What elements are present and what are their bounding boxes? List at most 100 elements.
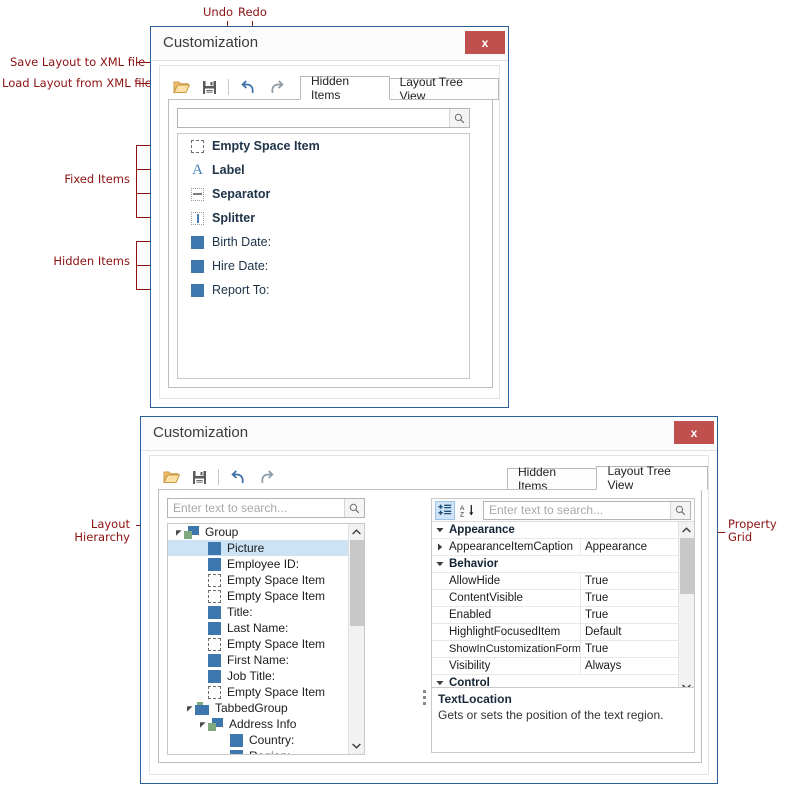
property-value[interactable]: Default [581,626,678,638]
expander-expanded-icon[interactable] [198,721,208,728]
list-item[interactable]: Empty Space Item [178,134,469,158]
save-layout-button[interactable] [186,465,212,489]
property-category-row[interactable]: Behavior [432,556,678,573]
tree-item-label: Empty Space Item [227,637,326,651]
redo-button[interactable] [263,75,289,99]
property-value[interactable]: Always [581,660,678,672]
property-value[interactable]: True [581,575,678,587]
property-search-button[interactable] [670,501,690,519]
list-item[interactable]: Separator [178,182,469,206]
tree-item[interactable]: Title: [168,604,348,620]
scroll-up-arrow-icon[interactable] [349,524,364,540]
redo-button[interactable] [253,465,279,489]
property-row[interactable]: Enabled True [432,607,678,624]
tree-item[interactable]: Empty Space Item [168,636,348,652]
load-layout-button[interactable] [158,465,184,489]
search-icon [349,503,360,513]
list-item[interactable]: Report To: [178,278,469,302]
alphabetical-sort-button[interactable]: A Z [457,501,477,520]
categorized-sort-icon [438,504,452,515]
tree-item[interactable]: Address Info [168,716,348,732]
scroll-thumb[interactable] [680,538,694,594]
property-name: AppearanceItemCaption [447,539,581,555]
tree-item[interactable]: Last Name: [168,620,348,636]
tree-item[interactable]: Job Title: [168,668,348,684]
property-value[interactable]: True [581,592,678,604]
tree-item[interactable]: Empty Space Item [168,572,348,588]
property-search-input[interactable]: Enter text to search... [484,503,670,517]
tree-item-label: Empty Space Item [227,589,326,603]
tree-item-label: Last Name: [227,621,289,635]
property-grid[interactable]: A Z Enter text to search... Appearance A… [431,498,695,696]
property-row[interactable]: ContentVisible True [432,590,678,607]
search-icon [454,113,465,123]
close-button[interactable]: x [674,421,714,444]
tab-hidden-items[interactable]: Hidden Items [300,74,390,102]
tree-search[interactable]: Enter text to search... [167,498,365,518]
tree-item-label: Empty Space Item [227,685,326,699]
property-value[interactable]: Appearance [581,541,678,553]
categorized-sort-button[interactable] [435,500,455,520]
title-bar: Customization x [141,417,717,451]
expander-expanded-icon[interactable] [432,680,447,686]
close-button[interactable]: x [465,31,505,54]
property-value[interactable]: True [581,643,678,655]
list-item[interactable]: Birth Date: [178,230,469,254]
customization-dialog-hidden-items[interactable]: Customization x Hidden Items Layout Tree… [150,26,509,408]
save-disk-icon [202,80,216,94]
hidden-items-search[interactable] [177,108,470,128]
tree-search-button[interactable] [344,499,364,517]
tab-layout-tree-view[interactable]: Layout Tree View [388,75,499,103]
expander-expanded-icon[interactable] [174,529,184,536]
property-value[interactable]: True [581,609,678,621]
property-category-row[interactable]: Appearance [432,522,678,539]
expander-expanded-icon[interactable] [432,527,447,533]
tab-hidden-items[interactable]: Hidden Items [507,465,598,493]
tree-search-input[interactable]: Enter text to search... [168,501,344,515]
tree-vertical-scrollbar[interactable] [348,524,364,754]
property-grid-scrollbar[interactable] [678,522,694,695]
property-row[interactable]: AllowHide True [432,573,678,590]
tab-layout-tree-view[interactable]: Layout Tree View [596,464,708,492]
undo-button[interactable] [235,75,261,99]
undo-button[interactable] [225,465,251,489]
tree-item[interactable]: Country: [168,732,348,748]
tree-item[interactable]: TabbedGroup [168,700,348,716]
property-row[interactable]: HighlightFocusedItem Default [432,624,678,641]
customization-dialog-layout-tree[interactable]: Customization x Hidden Items Layout Tree… [140,416,718,784]
scroll-down-arrow-icon[interactable] [349,738,364,754]
save-layout-button[interactable] [196,75,222,99]
property-name: Enabled [447,607,581,623]
tree-item[interactable]: Group [168,524,348,540]
list-item[interactable]: Splitter [178,206,469,230]
expander-expanded-icon[interactable] [185,705,195,712]
property-row[interactable]: AppearanceItemCaption Appearance [432,539,678,556]
hidden-items-list[interactable]: Empty Space Item A Label Separator Split… [177,133,470,379]
tree-item[interactable]: Employee ID: [168,556,348,572]
scroll-thumb[interactable] [350,540,364,626]
property-row[interactable]: ShowInCustomizationForm True [432,641,678,658]
list-item[interactable]: A Label [178,158,469,182]
panel-splitter[interactable] [423,690,426,705]
field-icon [208,605,221,619]
load-layout-button[interactable] [168,75,194,99]
list-item[interactable]: Hire Date: [178,254,469,278]
layout-tree-view-page: Enter text to search... Group Picture Em… [158,489,702,763]
scroll-up-arrow-icon[interactable] [679,522,694,538]
list-item-label: Birth Date: [212,235,272,249]
tree-item[interactable]: Region: [168,748,348,754]
search-button[interactable] [449,109,469,127]
tree-item[interactable]: First Name: [168,652,348,668]
undo-arrow-icon [240,80,254,94]
window-title: Customization [163,34,259,51]
tree-item-label: TabbedGroup [215,701,288,715]
expander-expanded-icon[interactable] [432,561,447,567]
title-bar: Customization x [151,27,508,61]
property-search[interactable]: Enter text to search... [483,500,691,520]
expander-collapsed-icon[interactable] [432,543,447,551]
tree-item[interactable]: Empty Space Item [168,684,348,700]
tree-item[interactable]: Empty Space Item [168,588,348,604]
property-row[interactable]: Visibility Always [432,658,678,675]
tree-item[interactable]: Picture [168,540,348,556]
layout-tree[interactable]: Group Picture Employee ID: Empty Space I… [167,523,365,755]
